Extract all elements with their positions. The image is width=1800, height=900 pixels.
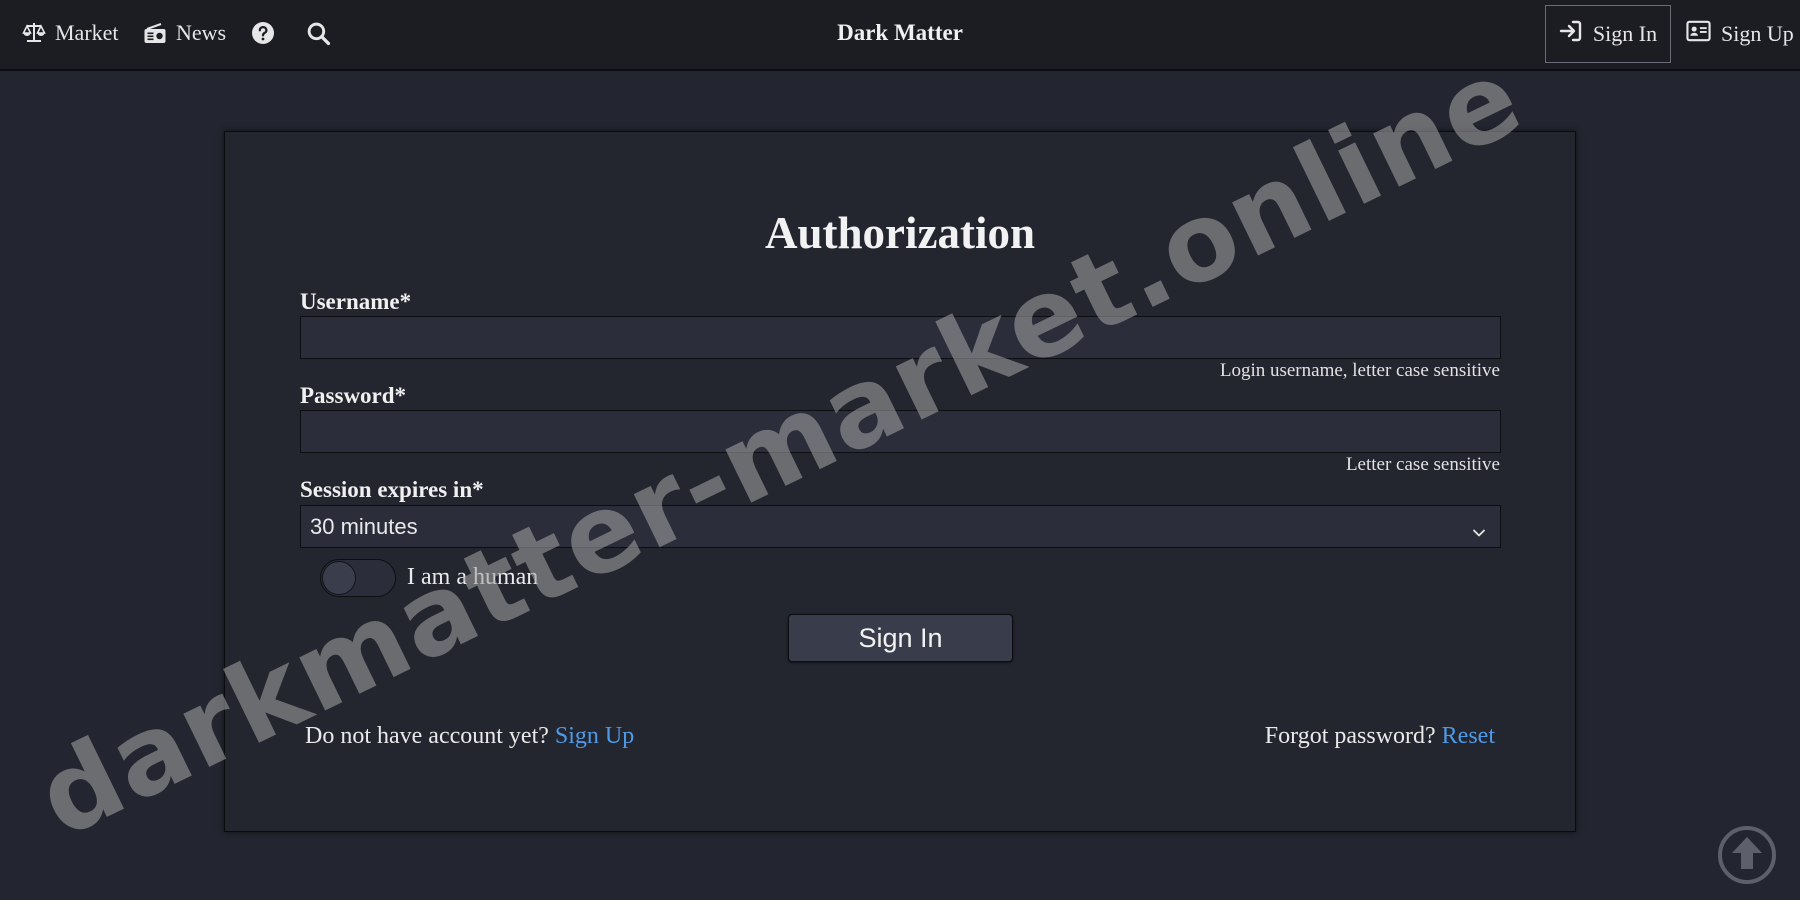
page-title: Authorization — [765, 208, 1035, 258]
signup-link[interactable]: Sign Up — [555, 723, 634, 749]
scroll-top-button[interactable] — [1717, 825, 1777, 885]
toggle-knob — [322, 561, 356, 595]
username-hint: Login username, letter case sensitive — [1219, 360, 1500, 381]
password-label: Password* — [300, 383, 407, 408]
signin-submit-button[interactable]: Sign In — [788, 614, 1013, 662]
forgot-text: Forgot password? — [1264, 723, 1436, 749]
id-card-icon — [1686, 20, 1711, 48]
nav-search[interactable] — [306, 0, 331, 66]
balance-scale-icon — [22, 21, 46, 45]
search-icon — [306, 21, 331, 46]
top-navbar: Market News Dark Matter Sign In Sign Up — [0, 0, 1800, 71]
signup-prompt: Do not have account yet? Sign Up — [305, 723, 634, 750]
nav-help[interactable] — [251, 0, 275, 66]
radio-icon — [143, 21, 167, 45]
username-label: Username* — [300, 289, 412, 314]
nav-signup-button[interactable]: Sign Up — [1686, 5, 1794, 63]
chevron-down-icon — [1472, 520, 1486, 546]
no-account-text: Do not have account yet? — [305, 723, 549, 749]
human-toggle[interactable] — [320, 559, 396, 597]
nav-market[interactable]: Market — [22, 0, 119, 66]
nav-signin-label: Sign In — [1592, 21, 1658, 46]
password-hint: Letter case sensitive — [1345, 454, 1500, 475]
nav-signin-button[interactable]: Sign In — [1545, 5, 1671, 63]
forgot-prompt: Forgot password? Reset — [1265, 723, 1495, 750]
nav-market-label: Market — [55, 20, 119, 45]
nav-news-label: News — [176, 20, 227, 45]
reset-link[interactable]: Reset — [1442, 723, 1495, 749]
nav-signup-label: Sign Up — [1721, 21, 1794, 46]
question-circle-icon — [251, 21, 275, 45]
sign-in-icon — [1559, 19, 1583, 49]
nav-news[interactable]: News — [143, 0, 226, 66]
password-input[interactable] — [300, 410, 1501, 453]
session-label: Session expires in* — [300, 477, 484, 502]
username-input[interactable] — [300, 316, 1501, 359]
human-label: I am a human — [407, 564, 539, 590]
session-selected-value: 30 minutes — [310, 513, 418, 539]
session-select[interactable]: 30 minutes — [300, 505, 1501, 548]
authorization-card: Authorization Username* Login username, … — [224, 131, 1576, 832]
arrow-up-circle-icon — [1717, 826, 1777, 889]
